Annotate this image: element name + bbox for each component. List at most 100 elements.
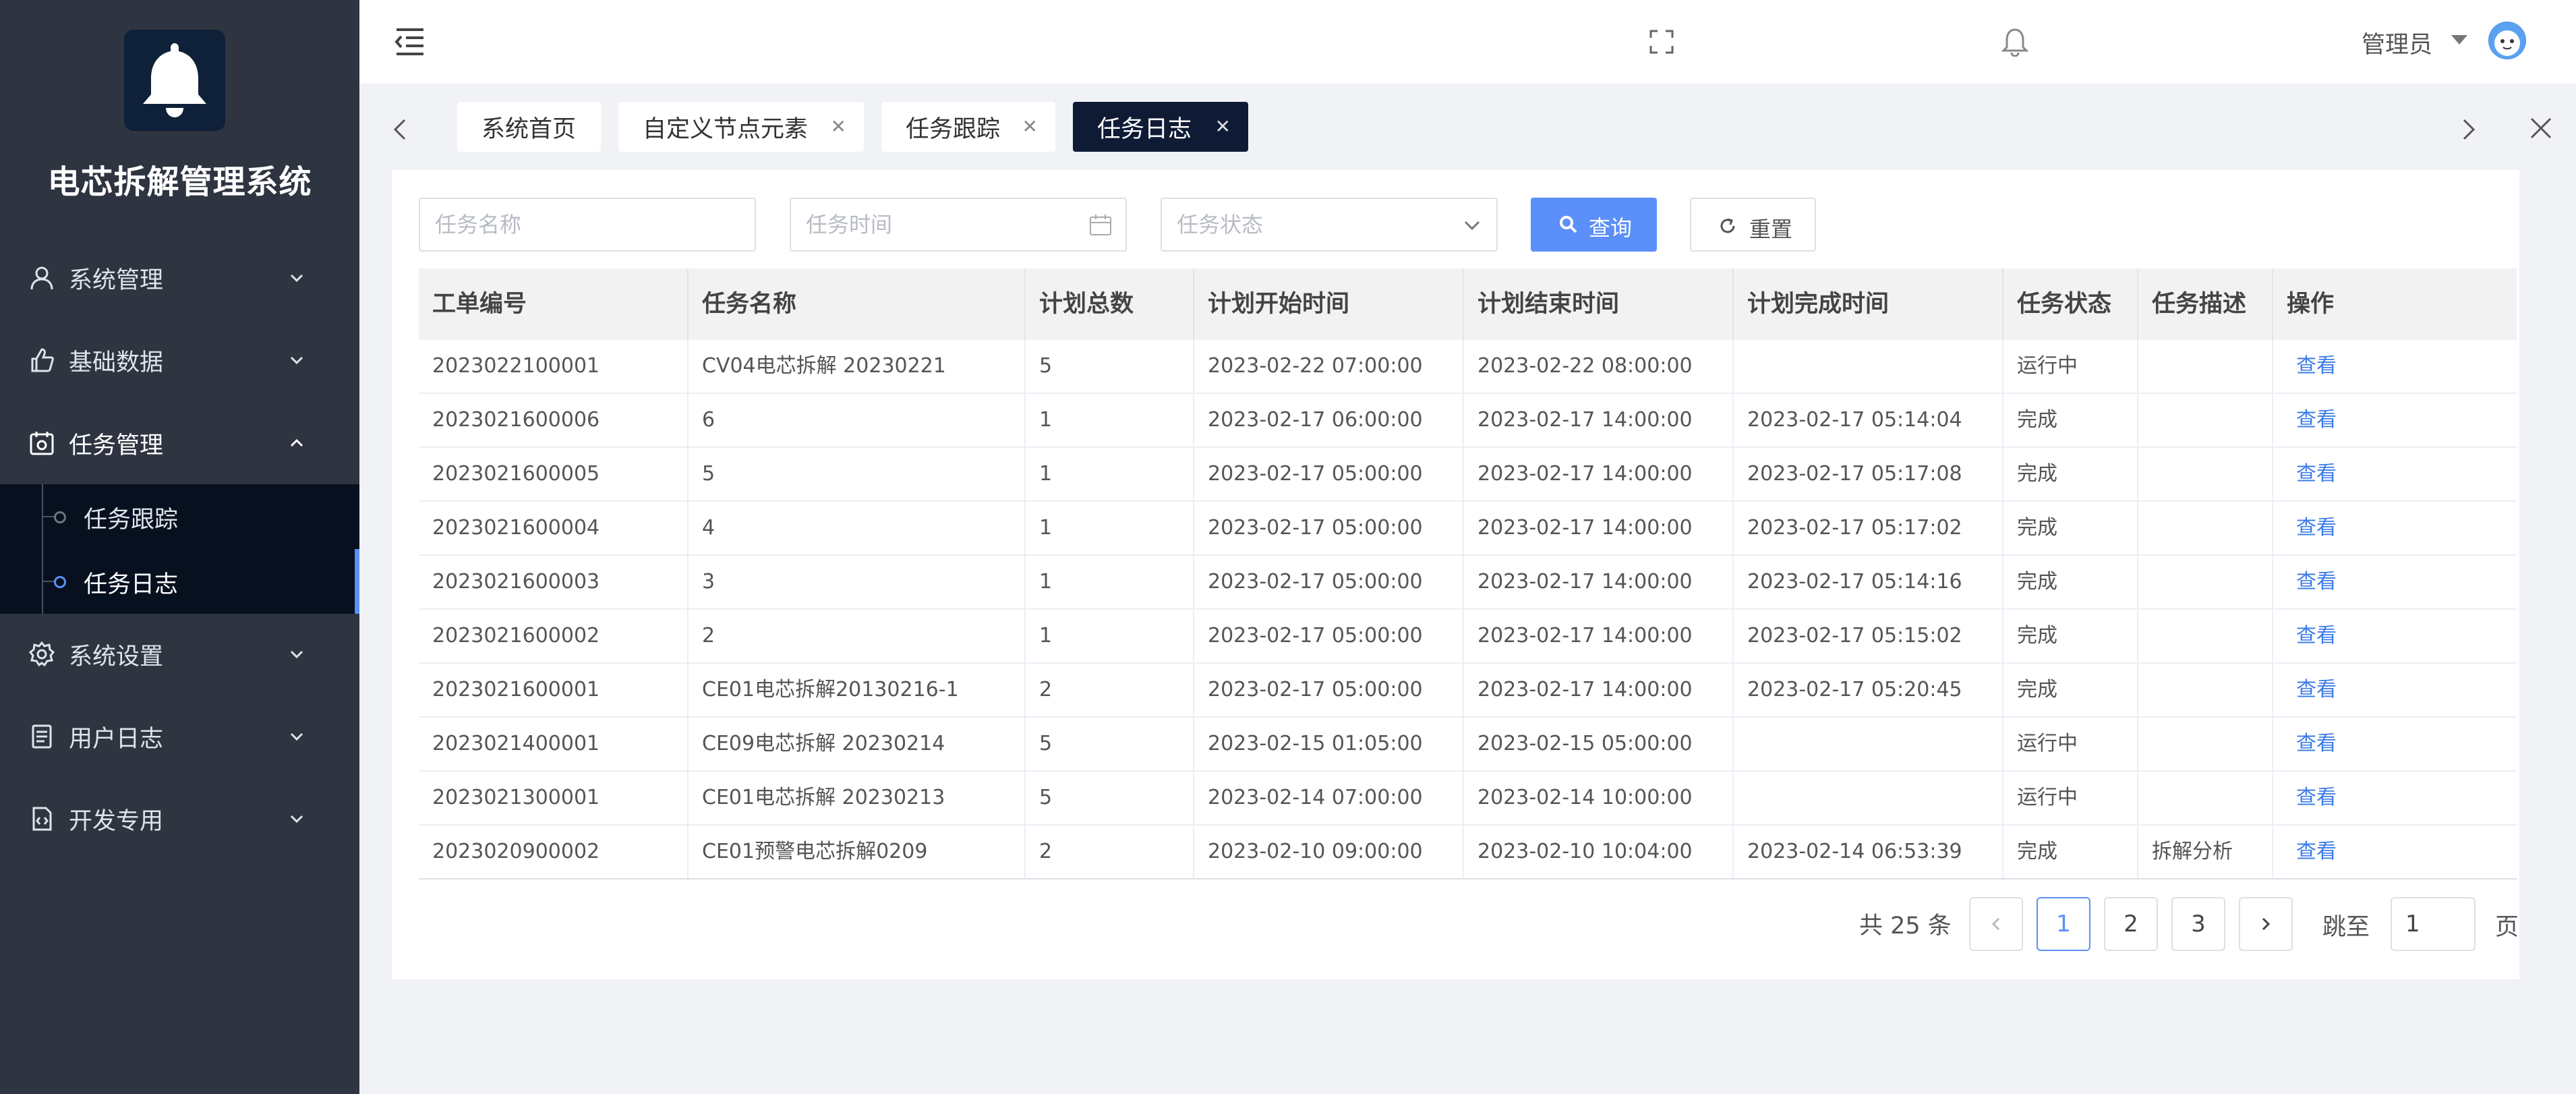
column-header[interactable]: 计划总数	[1026, 268, 1194, 340]
file-code-icon	[32, 807, 52, 831]
caret-down-icon[interactable]	[2450, 34, 2469, 46]
view-link[interactable]: 查看	[2273, 502, 2517, 556]
task-status-select[interactable]: 任务状态	[1161, 198, 1498, 252]
view-link[interactable]: 查看	[2273, 448, 2517, 502]
cell-plan-start: 2023-02-10 09:00:00	[1194, 826, 1464, 880]
cell-plan-complete: 2023-02-17 05:14:04	[1734, 394, 2003, 448]
notification-bell-icon[interactable]	[2001, 27, 2028, 57]
cell-plan-end: 2023-02-14 10:00:00	[1464, 772, 1734, 826]
sidebar-item-system-management[interactable]: 系统管理	[0, 241, 359, 315]
task-time-input[interactable]: 任务时间	[790, 198, 1127, 252]
cell-plan-total: 5	[1026, 340, 1194, 394]
chevron-down-icon	[290, 650, 303, 659]
cell-description	[2138, 610, 2273, 664]
page-button-1[interactable]: 1	[2037, 897, 2090, 951]
avatar[interactable]	[2488, 22, 2526, 59]
sidebar-item-dev-only[interactable]: 开发专用	[0, 782, 359, 856]
sidebar-subitem-task-tracking[interactable]: 任务跟踪	[0, 484, 359, 549]
page-button-2[interactable]: 2	[2104, 897, 2158, 951]
menu-fold-icon[interactable]	[394, 27, 426, 57]
task-name-input[interactable]: 任务名称	[419, 198, 756, 252]
cell-plan-start: 2023-02-22 07:00:00	[1194, 340, 1464, 394]
cell-status: 完成	[2003, 556, 2138, 610]
column-header[interactable]: 计划结束时间	[1464, 268, 1734, 340]
cell-plan-start: 2023-02-17 05:00:00	[1194, 502, 1464, 556]
column-header[interactable]: 任务描述	[2138, 268, 2273, 340]
user-name[interactable]: 管理员	[2362, 26, 2432, 60]
cell-task-name: CE01预警电芯拆解0209	[689, 826, 1026, 880]
sidebar-item-system-settings[interactable]: 系统设置	[0, 617, 359, 691]
top-header	[359, 0, 2576, 84]
tab-label: 任务跟踪	[906, 115, 1001, 143]
fullscreen-icon[interactable]	[1649, 30, 1674, 54]
task-name-placeholder: 任务名称	[435, 212, 522, 237]
page-suffix-label: 页	[2495, 914, 2519, 941]
chevron-up-icon	[290, 438, 303, 447]
view-link[interactable]: 查看	[2273, 394, 2517, 448]
chevron-down-icon	[290, 356, 303, 365]
query-button[interactable]: 查询	[1531, 198, 1657, 252]
gear-icon	[28, 641, 55, 667]
reset-button[interactable]: 重置	[1690, 198, 1816, 252]
sidebar-item-task-management[interactable]: 任务管理	[0, 406, 359, 480]
close-icon[interactable]: ✕	[1022, 115, 1038, 138]
next-page-button[interactable]	[2239, 897, 2293, 951]
tab-task-tracking[interactable]: 任务跟踪 ✕	[881, 102, 1055, 152]
sidebar-item-basic-data[interactable]: 基础数据	[0, 323, 359, 397]
cell-description	[2138, 772, 2273, 826]
sidebar-item-label: 开发专用	[69, 807, 164, 835]
sidebar-subitem-label: 任务跟踪	[84, 507, 179, 534]
close-icon[interactable]: ✕	[831, 115, 846, 138]
pagination-total: 共 25 条	[1859, 913, 1952, 940]
chevron-down-icon	[290, 274, 303, 283]
sidebar-item-label: 系统设置	[69, 643, 164, 670]
jump-page-input[interactable]: 1	[2391, 897, 2476, 951]
sidebar-item-user-log[interactable]: 用户日志	[0, 699, 359, 774]
query-button-label: 查询	[1589, 215, 1633, 241]
view-link[interactable]: 查看	[2273, 664, 2517, 718]
tab-custom-node[interactable]: 自定义节点元素 ✕	[618, 102, 864, 152]
view-link[interactable]: 查看	[2273, 340, 2517, 394]
column-header[interactable]: 工单编号	[419, 268, 689, 340]
tab-label: 任务日志	[1097, 115, 1192, 143]
cell-plan-end: 2023-02-17 14:00:00	[1464, 556, 1734, 610]
sidebar-item-label: 任务管理	[69, 432, 164, 459]
cell-plan-complete: 2023-02-17 05:15:02	[1734, 610, 2003, 664]
view-link[interactable]: 查看	[2273, 772, 2517, 826]
cell-plan-complete	[1734, 772, 2003, 826]
column-header[interactable]: 任务名称	[689, 268, 1026, 340]
close-icon[interactable]: ✕	[1215, 115, 1231, 138]
column-header[interactable]: 计划开始时间	[1194, 268, 1464, 340]
cell-description	[2138, 556, 2273, 610]
column-header[interactable]: 操作	[2273, 268, 2517, 340]
cell-plan-start: 2023-02-17 06:00:00	[1194, 394, 1464, 448]
table-row: 2023022100001 CV04电芯拆解 20230221 5 2023-0…	[419, 340, 2517, 394]
sidebar-item-label: 基础数据	[69, 349, 164, 376]
cell-order-no: 2023021600001	[419, 664, 689, 718]
tab-home[interactable]: 系统首页	[457, 102, 601, 152]
close-all-icon[interactable]	[2529, 116, 2553, 140]
user-icon	[30, 266, 53, 290]
chevron-left-icon[interactable]	[391, 116, 409, 143]
column-header[interactable]: 任务状态	[2003, 268, 2138, 340]
tab-task-log[interactable]: 任务日志 ✕	[1073, 102, 1248, 152]
cell-order-no: 2023021600003	[419, 556, 689, 610]
prev-page-button[interactable]	[1969, 897, 2023, 951]
view-link[interactable]: 查看	[2273, 556, 2517, 610]
view-link[interactable]: 查看	[2273, 826, 2517, 880]
page-button-3[interactable]: 3	[2171, 897, 2225, 951]
column-header[interactable]: 计划完成时间	[1734, 268, 2003, 340]
table-row: 2023021400001 CE09电芯拆解 20230214 5 2023-0…	[419, 718, 2517, 772]
cell-description	[2138, 664, 2273, 718]
cell-task-name: 4	[689, 502, 1026, 556]
sidebar-subitem-task-log[interactable]: 任务日志	[0, 549, 359, 614]
bullet-icon	[54, 511, 66, 523]
cell-plan-end: 2023-02-22 08:00:00	[1464, 340, 1734, 394]
view-link[interactable]: 查看	[2273, 718, 2517, 772]
table-row: 2023020900002 CE01预警电芯拆解0209 2 2023-02-1…	[419, 826, 2517, 880]
cell-plan-start: 2023-02-17 05:00:00	[1194, 556, 1464, 610]
cell-plan-total: 5	[1026, 718, 1194, 772]
chevron-right-icon[interactable]	[2460, 116, 2478, 143]
view-link[interactable]: 查看	[2273, 610, 2517, 664]
sidebar-item-label: 用户日志	[69, 725, 164, 753]
